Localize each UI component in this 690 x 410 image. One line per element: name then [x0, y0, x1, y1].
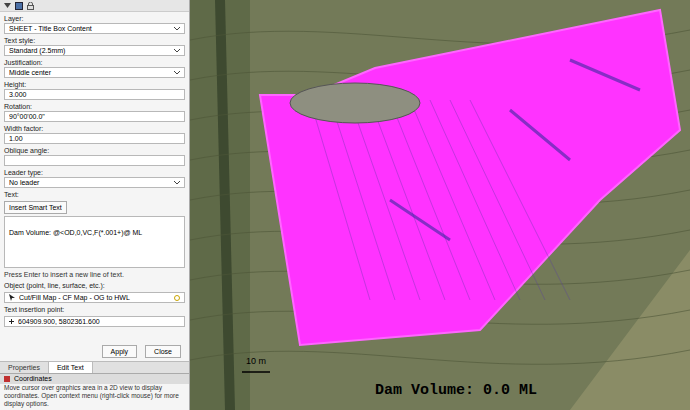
- pointer-icon: [9, 294, 15, 301]
- coordinates-panel: CoordinatesMove cursor over graphics are…: [0, 373, 189, 410]
- toolbar: [0, 0, 189, 12]
- pick-icon[interactable]: [174, 295, 180, 301]
- app: Layer:SHEET - Title Box ContentText styl…: [0, 0, 690, 410]
- text-input[interactable]: 1.00: [4, 133, 185, 144]
- tab[interactable]: Properties: [0, 362, 48, 373]
- chevron-down-icon: [174, 71, 180, 75]
- action-button[interactable]: Close: [145, 345, 181, 358]
- map-drawing: [190, 0, 690, 410]
- object-label: Object (point, line, surface, etc.):: [4, 281, 185, 290]
- side-panel: Layer:SHEET - Title Box ContentText styl…: [0, 0, 190, 410]
- dam-volume-label: Dam Volume: 0.0 ML: [375, 382, 537, 400]
- field-label: Height:: [4, 80, 185, 89]
- point-field[interactable]: 604909.900, 5802361.600: [4, 316, 185, 327]
- dropdown[interactable]: SHEET - Title Box Content: [4, 23, 185, 34]
- point-icon: [9, 319, 14, 324]
- coordinates-header: Coordinates: [0, 374, 189, 384]
- chevron-down-icon: [174, 27, 180, 31]
- menu-arrow-icon[interactable]: [4, 3, 11, 8]
- dropdown[interactable]: Middle center: [4, 67, 185, 78]
- point-label: Text insertion point:: [4, 305, 185, 314]
- properties-panel: Layer:SHEET - Title Box ContentText styl…: [0, 0, 189, 361]
- object-field[interactable]: Cut/Fill Map - CF Map - OG to HWL: [4, 292, 185, 303]
- property-field: Justification:Middle center: [0, 56, 189, 78]
- tab-bar: PropertiesEdit Text: [0, 361, 189, 373]
- text-input[interactable]: [4, 155, 185, 166]
- coordinates-text: Move cursor over graphics area in a 2D v…: [0, 384, 189, 410]
- property-field: Rotation:90°00'00.0": [0, 100, 189, 122]
- button-row: Apply Close: [0, 345, 189, 361]
- insert-smart-text-button[interactable]: Insert Smart Text: [4, 201, 67, 214]
- field-label: Width factor:: [4, 124, 185, 133]
- text-input[interactable]: 90°00'00.0": [4, 111, 185, 122]
- chevron-down-icon: [174, 181, 180, 185]
- map-view[interactable]: 10 m Dam Volume: 0.0 ML: [190, 0, 690, 410]
- text-input[interactable]: 3.000: [4, 89, 185, 100]
- property-field: Leader type:No leader: [0, 166, 189, 188]
- field-label: Justification:: [4, 58, 185, 67]
- property-field: Oblique angle:: [0, 144, 189, 166]
- field-label: Leader type:: [4, 168, 185, 177]
- text-label: Text:: [4, 190, 185, 199]
- dropdown[interactable]: Standard (2.5mm): [4, 45, 185, 56]
- text-area[interactable]: Dam Volume: @<OD,0,VC,F(*.001+)@ ML: [4, 216, 185, 268]
- window-icon[interactable]: [15, 2, 23, 10]
- property-field: Height:3.000: [0, 78, 189, 100]
- scale-label: 10 m: [246, 356, 266, 367]
- field-label: Layer:: [4, 14, 185, 23]
- tab[interactable]: Edit Text: [48, 362, 93, 373]
- action-button[interactable]: Apply: [102, 345, 138, 358]
- property-field: Text style:Standard (2.5mm): [0, 34, 189, 56]
- lock-icon[interactable]: [27, 2, 34, 10]
- property-field: Width factor:1.00: [0, 122, 189, 144]
- field-label: Oblique angle:: [4, 146, 185, 155]
- field-label: Rotation:: [4, 102, 185, 111]
- hint-text: Press Enter to insert a new line of text…: [4, 270, 185, 279]
- dropdown[interactable]: No leader: [4, 177, 185, 188]
- property-field: Layer:SHEET - Title Box Content: [0, 12, 189, 34]
- coordinates-icon: [4, 376, 10, 382]
- field-label: Text style:: [4, 36, 185, 45]
- chevron-down-icon: [174, 49, 180, 53]
